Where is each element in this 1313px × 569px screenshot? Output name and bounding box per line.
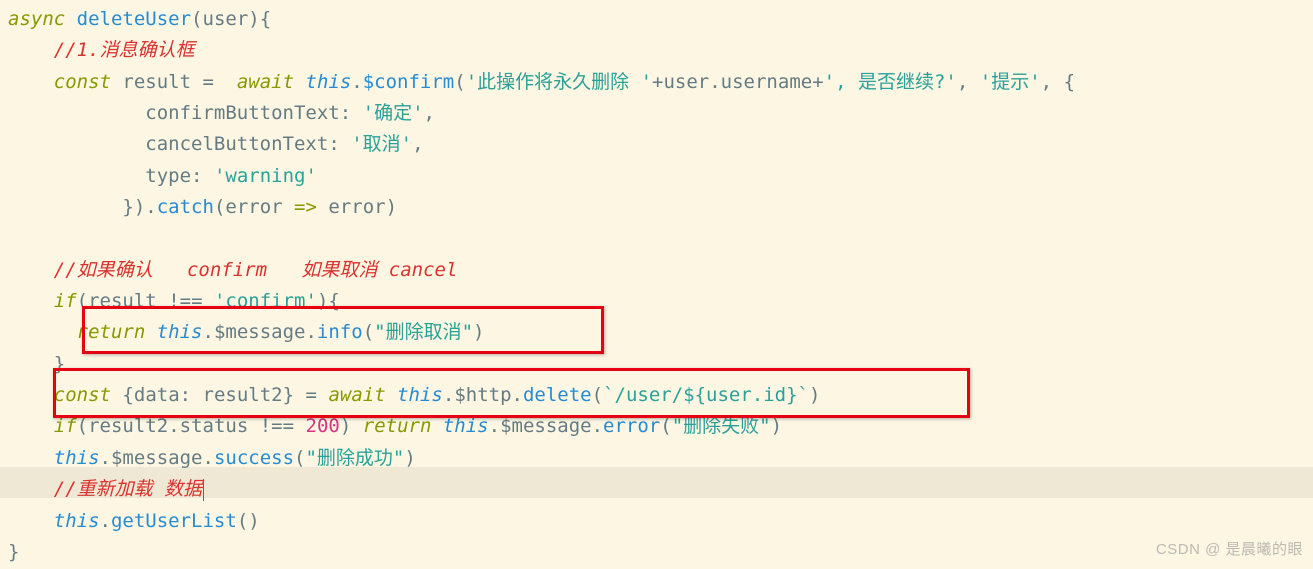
meth-getuserlist: getUserList (111, 510, 237, 532)
num-200: 200 (306, 415, 340, 437)
str-deletearg: `/user/${user.id}` (603, 384, 809, 406)
kw-this3: this (397, 384, 443, 406)
str-infoarg: "删除取消" (374, 321, 473, 343)
var-result: result (122, 71, 191, 93)
prop-http: $http (454, 384, 511, 406)
op-plus2: + (812, 71, 823, 93)
param-error: error (225, 196, 282, 218)
comment-3: //重新加载 数据 (54, 478, 202, 500)
prop-data: data (134, 384, 180, 406)
meth-confirm: $confirm (363, 71, 455, 93)
prop-type: type (145, 165, 191, 187)
keyword-if2: if (54, 415, 77, 437)
text-cursor (203, 479, 204, 501)
kw-this6: this (54, 510, 100, 532)
keyword-async: async (8, 8, 65, 30)
param-user: user (203, 8, 249, 30)
keyword-const2: const (54, 384, 111, 406)
arrow: => (294, 196, 317, 218)
op-neq: !== (168, 290, 202, 312)
keyword-const: const (54, 71, 111, 93)
str-msg-b: ', 是否继续?' (824, 71, 957, 93)
prop-status: status (180, 415, 249, 437)
var-result2: result (88, 290, 157, 312)
str-errorarg: "删除失败" (672, 415, 771, 437)
var-result2b: result2 (203, 384, 283, 406)
kw-this2: this (157, 321, 203, 343)
str-title: '提示' (980, 71, 1041, 93)
prop-message: $message (214, 321, 306, 343)
comment-1: //1.消息确认框 (54, 39, 195, 61)
prop-message2: $message (500, 415, 592, 437)
op-neq2: !== (260, 415, 294, 437)
prop-cancelbtn: cancelButtonText (145, 133, 328, 155)
str-cancelbtn: '取消' (351, 133, 412, 155)
expr-username: user.username (663, 71, 812, 93)
kw-this4: this (443, 415, 489, 437)
str-confirmbtn: '确定' (363, 102, 424, 124)
meth-error: error (603, 415, 660, 437)
meth-success: success (214, 447, 294, 469)
keyword-return2: return (363, 415, 432, 437)
code-block: async deleteUser(user){ //1.消息确认框 const … (0, 0, 1313, 568)
kw-this: this (306, 71, 352, 93)
str-successarg: "删除成功" (305, 447, 404, 469)
keyword-await2: await (328, 384, 385, 406)
function-name: deleteUser (77, 8, 191, 30)
kw-this5: this (54, 447, 100, 469)
keyword-return: return (77, 321, 146, 343)
var-result2c: result2 (88, 415, 168, 437)
comment-2: //如果确认 confirm 如果取消 cancel (54, 259, 458, 281)
meth-delete: delete (523, 384, 592, 406)
meth-catch: catch (157, 196, 214, 218)
str-msg-a: '此操作将永久删除 ' (466, 71, 652, 93)
ret-error: error (328, 196, 385, 218)
str-confirm: 'confirm' (214, 290, 317, 312)
keyword-if: if (54, 290, 77, 312)
meth-info: info (317, 321, 363, 343)
prop-message3: $message (111, 447, 203, 469)
keyword-await: await (237, 71, 294, 93)
prop-confirmbtn: confirmButtonText (145, 102, 339, 124)
op-plus: + (652, 71, 663, 93)
str-type: 'warning' (214, 165, 317, 187)
